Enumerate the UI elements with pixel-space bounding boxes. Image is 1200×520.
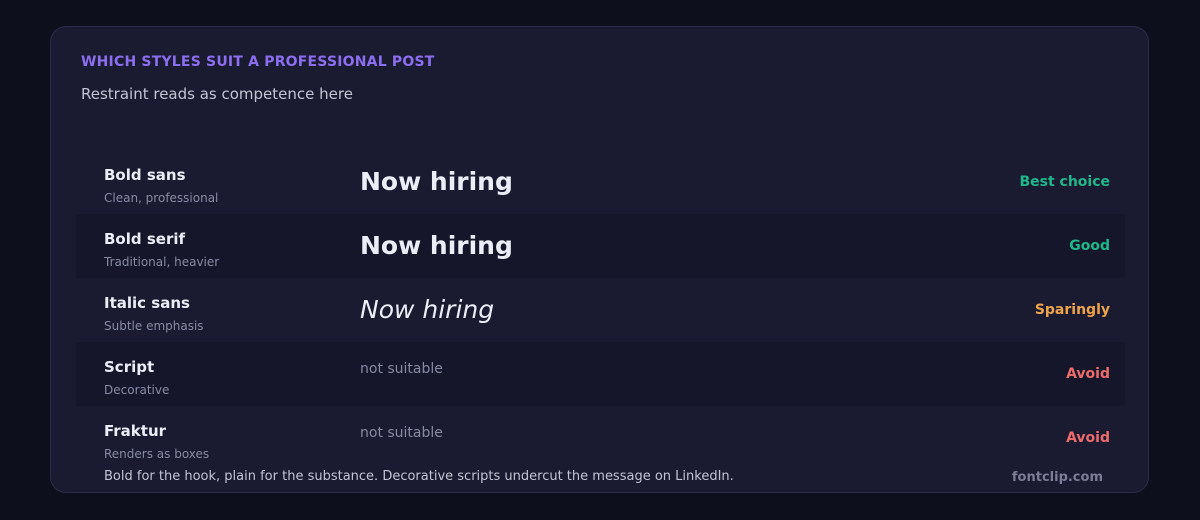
style-sample: Now hiring bbox=[360, 295, 495, 324]
style-row-italic-sans: Italic sans Subtle emphasis Now hiring S… bbox=[76, 278, 1125, 342]
style-rating: Avoid bbox=[1066, 430, 1110, 446]
style-name: Fraktur bbox=[104, 422, 167, 440]
style-row-fraktur: Fraktur Renders as boxes not suitable Av… bbox=[76, 406, 1125, 470]
style-comparison-card: WHICH STYLES SUIT A PROFESSIONAL POST Re… bbox=[50, 26, 1149, 493]
style-description: Clean, professional bbox=[104, 191, 219, 205]
style-name: Bold serif bbox=[104, 230, 186, 248]
style-row-bold-sans: Bold sans Clean, professional Now hiring… bbox=[76, 150, 1125, 214]
style-rating: Good bbox=[1069, 238, 1110, 254]
style-name: Script bbox=[104, 358, 155, 376]
style-row-bold-serif: Bold serif Traditional, heavier Now hiri… bbox=[76, 214, 1125, 278]
style-list: Bold sans Clean, professional Now hiring… bbox=[76, 150, 1125, 470]
style-name: Bold sans bbox=[104, 166, 186, 184]
style-rating: Avoid bbox=[1066, 366, 1110, 382]
style-sample: Now hiring bbox=[360, 231, 513, 260]
style-description: Subtle emphasis bbox=[104, 319, 204, 333]
style-rating: Best choice bbox=[1019, 174, 1110, 190]
style-row-script: Script Decorative not suitable Avoid bbox=[76, 342, 1125, 406]
style-rating: Sparingly bbox=[1034, 302, 1110, 318]
style-description: Traditional, heavier bbox=[104, 255, 220, 269]
card-subtitle: Restraint reads as competence here bbox=[81, 85, 353, 103]
style-description: Renders as boxes bbox=[104, 447, 210, 461]
style-sample: not suitable bbox=[360, 361, 443, 377]
style-name: Italic sans bbox=[104, 294, 190, 312]
brand-label: fontclip.com bbox=[1011, 470, 1103, 485]
style-description: Decorative bbox=[104, 383, 170, 397]
style-sample: not suitable bbox=[360, 425, 443, 441]
card-kicker: WHICH STYLES SUIT A PROFESSIONAL POST bbox=[81, 54, 435, 70]
footnote: Bold for the hook, plain for the substan… bbox=[104, 469, 734, 484]
style-sample: Now hiring bbox=[360, 167, 513, 196]
